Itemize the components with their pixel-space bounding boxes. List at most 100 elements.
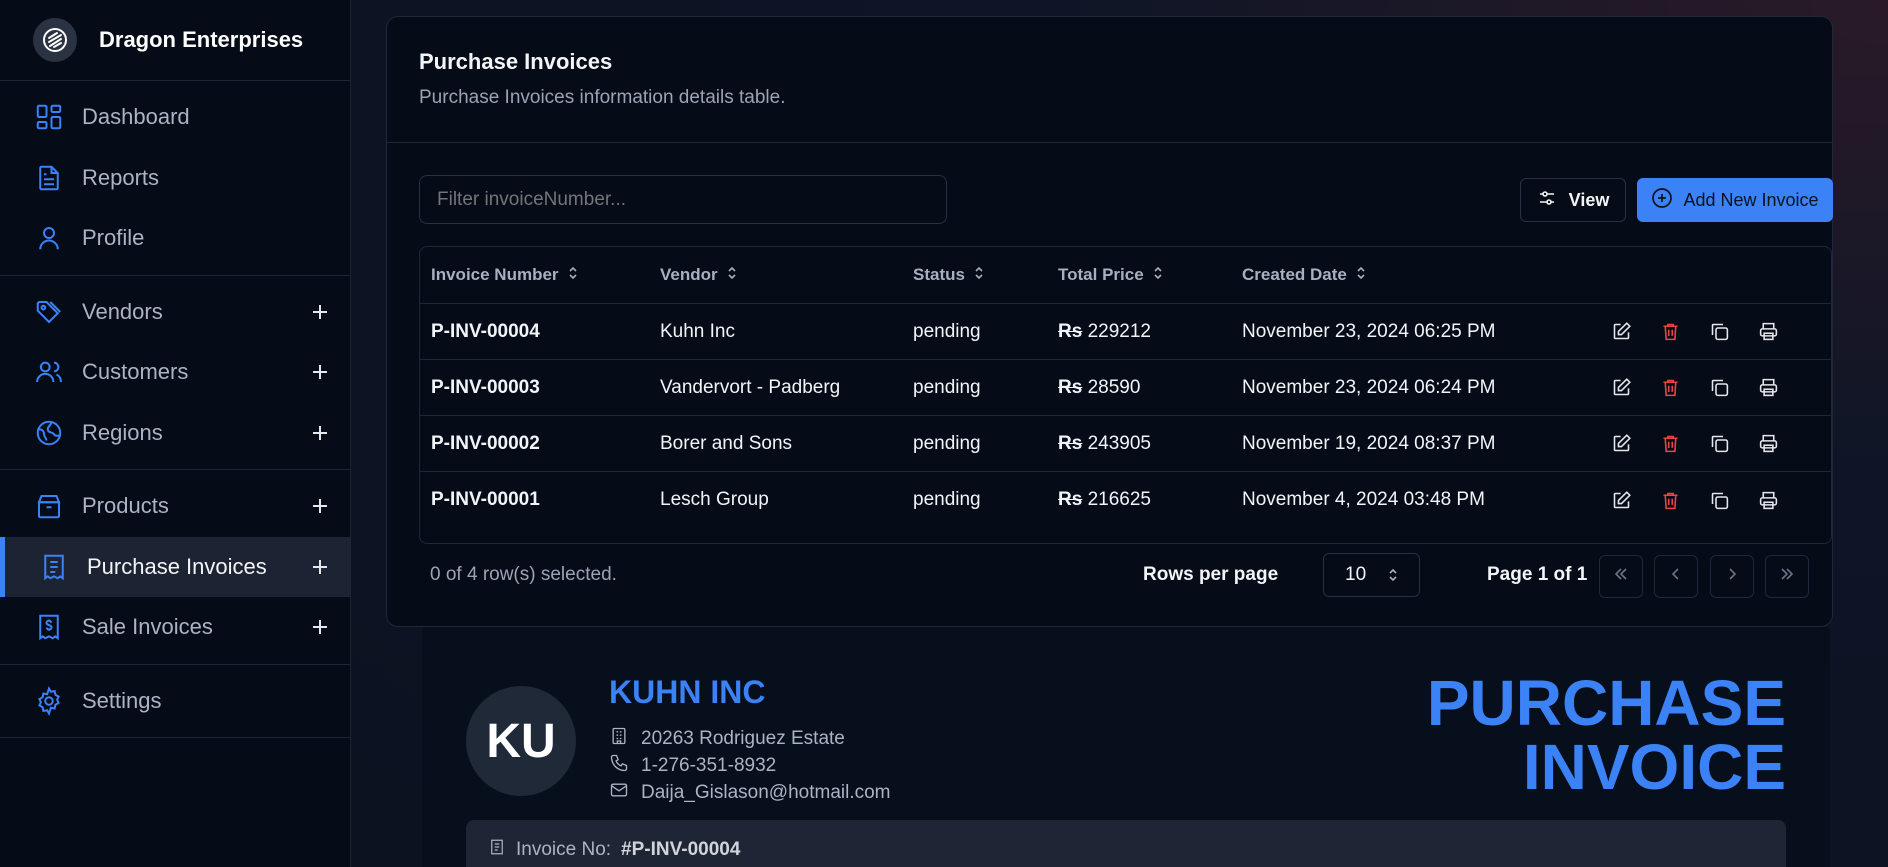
invoice-number-cell: P-INV-00003 bbox=[431, 376, 540, 398]
brand[interactable]: Dragon Enterprises bbox=[0, 0, 350, 81]
column-label: Created Date bbox=[1242, 265, 1347, 284]
vendor-cell: Lesch Group bbox=[660, 489, 769, 510]
page-subtitle: Purchase Invoices information details ta… bbox=[419, 87, 786, 108]
sidebar-item-dashboard[interactable]: Dashboard bbox=[0, 87, 350, 148]
row-actions bbox=[1611, 321, 1779, 342]
vendor-cell: Vandervort - Padberg bbox=[660, 376, 841, 398]
nav-group-inventory: Products Purchase Invoices Sale Invoices bbox=[0, 470, 350, 665]
total-value: 229212 bbox=[1087, 320, 1151, 342]
sidebar-item-sale-invoices[interactable]: Sale Invoices bbox=[0, 597, 350, 658]
vendor-cell: Kuhn Inc bbox=[660, 320, 735, 342]
column-header-created-date[interactable]: Created Date bbox=[1231, 265, 1611, 286]
chevron-up-down-icon bbox=[1387, 567, 1399, 589]
row-actions bbox=[1611, 490, 1779, 511]
add-new-invoice-button[interactable]: Add New Invoice bbox=[1637, 178, 1833, 222]
created-date-cell: November 23, 2024 06:24 PM bbox=[1242, 376, 1496, 398]
brand-name: Dragon Enterprises bbox=[99, 27, 304, 52]
status-cell: pending bbox=[913, 376, 981, 398]
view-button[interactable]: View bbox=[1520, 178, 1626, 222]
sidebar-item-label: Dashboard bbox=[82, 104, 190, 130]
table-row[interactable]: P-INV-00003 Vandervort - Padberg pending… bbox=[420, 360, 1831, 416]
sidebar-item-regions[interactable]: Regions bbox=[0, 403, 350, 464]
add-button-label: Add New Invoice bbox=[1683, 189, 1819, 210]
tag-icon bbox=[33, 296, 65, 328]
edit-icon[interactable] bbox=[1611, 321, 1632, 342]
delete-icon[interactable] bbox=[1660, 321, 1681, 342]
status-cell: pending bbox=[913, 320, 981, 342]
sidebar-item-customers[interactable]: Customers bbox=[0, 342, 350, 403]
users-icon bbox=[33, 356, 65, 388]
sidebar-item-profile[interactable]: Profile bbox=[0, 208, 350, 269]
first-page-button[interactable] bbox=[1599, 555, 1643, 598]
column-header-vendor[interactable]: Vendor bbox=[649, 265, 902, 286]
invoices-table: Invoice Number Vendor Status Total Price… bbox=[419, 246, 1832, 544]
sidebar-item-settings[interactable]: Settings bbox=[0, 671, 350, 732]
plus-icon[interactable] bbox=[310, 302, 330, 322]
total-price-cell: Rs 243905 bbox=[1047, 433, 1231, 455]
chevron-left-icon bbox=[1667, 565, 1685, 588]
building-icon bbox=[609, 726, 629, 752]
currency-symbol: Rs bbox=[1058, 489, 1083, 510]
plus-icon[interactable] bbox=[310, 423, 330, 443]
plus-icon[interactable] bbox=[310, 362, 330, 382]
edit-icon[interactable] bbox=[1611, 490, 1632, 511]
copy-icon[interactable] bbox=[1709, 321, 1730, 342]
vendor-avatar: KU bbox=[466, 686, 576, 796]
table-row[interactable]: P-INV-00004 Kuhn Inc pending Rs 229212 N… bbox=[420, 304, 1831, 360]
rows-per-page-select[interactable]: 10 bbox=[1323, 553, 1420, 597]
plus-icon[interactable] bbox=[310, 557, 330, 577]
edit-icon[interactable] bbox=[1611, 433, 1632, 454]
invoice-preview: KU KUHN INC 20263 Rodriguez Estate 1-276… bbox=[422, 627, 1830, 867]
table-row[interactable]: P-INV-00001 Lesch Group pending Rs 21662… bbox=[420, 472, 1831, 528]
delete-icon[interactable] bbox=[1660, 433, 1681, 454]
sidebar-item-reports[interactable]: Reports bbox=[0, 148, 350, 209]
column-label: Vendor bbox=[660, 265, 718, 284]
print-icon[interactable] bbox=[1758, 321, 1779, 342]
currency-symbol: Rs bbox=[1058, 432, 1083, 454]
invoice-number-cell: P-INV-00004 bbox=[431, 320, 540, 342]
vendor-name: KUHN INC bbox=[609, 674, 766, 710]
previous-page-button[interactable] bbox=[1654, 555, 1698, 598]
chevrons-left-icon bbox=[1612, 565, 1630, 588]
plus-icon[interactable] bbox=[310, 496, 330, 516]
invoice-title: PURCHASE INVOICE bbox=[1427, 671, 1786, 799]
delete-icon[interactable] bbox=[1660, 377, 1681, 398]
page-indicator: Page 1 of 1 bbox=[1487, 564, 1588, 585]
print-icon[interactable] bbox=[1758, 433, 1779, 454]
copy-icon[interactable] bbox=[1709, 377, 1730, 398]
column-header-status[interactable]: Status bbox=[902, 265, 1047, 286]
mail-icon bbox=[609, 780, 629, 806]
plus-icon[interactable] bbox=[310, 617, 330, 637]
print-icon[interactable] bbox=[1758, 490, 1779, 511]
sidebar-item-vendors[interactable]: Vendors bbox=[0, 282, 350, 343]
delete-icon[interactable] bbox=[1660, 490, 1681, 511]
column-header-total-price[interactable]: Total Price bbox=[1047, 265, 1231, 286]
card-header: Purchase Invoices Purchase Invoices info… bbox=[387, 17, 1832, 143]
created-date-cell: November 19, 2024 08:37 PM bbox=[1242, 432, 1496, 454]
edit-icon[interactable] bbox=[1611, 377, 1632, 398]
status-cell: pending bbox=[913, 432, 981, 454]
copy-icon[interactable] bbox=[1709, 433, 1730, 454]
last-page-button[interactable] bbox=[1765, 555, 1809, 598]
sort-icon bbox=[726, 265, 738, 286]
status-cell: pending bbox=[913, 489, 981, 510]
sidebar-item-purchase-invoices[interactable]: Purchase Invoices bbox=[0, 536, 350, 597]
currency-symbol: Rs bbox=[1058, 320, 1083, 342]
document-icon bbox=[488, 837, 506, 863]
filter-input[interactable] bbox=[419, 175, 947, 224]
invoice-number-cell: P-INV-00001 bbox=[431, 489, 540, 510]
next-page-button[interactable] bbox=[1710, 555, 1754, 598]
print-icon[interactable] bbox=[1758, 377, 1779, 398]
column-header-invoice-number[interactable]: Invoice Number bbox=[420, 265, 649, 286]
row-actions bbox=[1611, 377, 1779, 398]
dollar-receipt-icon bbox=[33, 611, 65, 643]
total-value: 28590 bbox=[1087, 376, 1141, 398]
created-date-cell: November 4, 2024 03:48 PM bbox=[1242, 489, 1485, 510]
sort-icon bbox=[973, 265, 985, 286]
copy-icon[interactable] bbox=[1709, 490, 1730, 511]
document-icon bbox=[33, 162, 65, 194]
sidebar-item-products[interactable]: Products bbox=[0, 476, 350, 537]
table-row[interactable]: P-INV-00002 Borer and Sons pending Rs 24… bbox=[420, 416, 1831, 472]
rows-per-page-value: 10 bbox=[1345, 564, 1367, 585]
page-title: Purchase Invoices bbox=[419, 49, 613, 74]
